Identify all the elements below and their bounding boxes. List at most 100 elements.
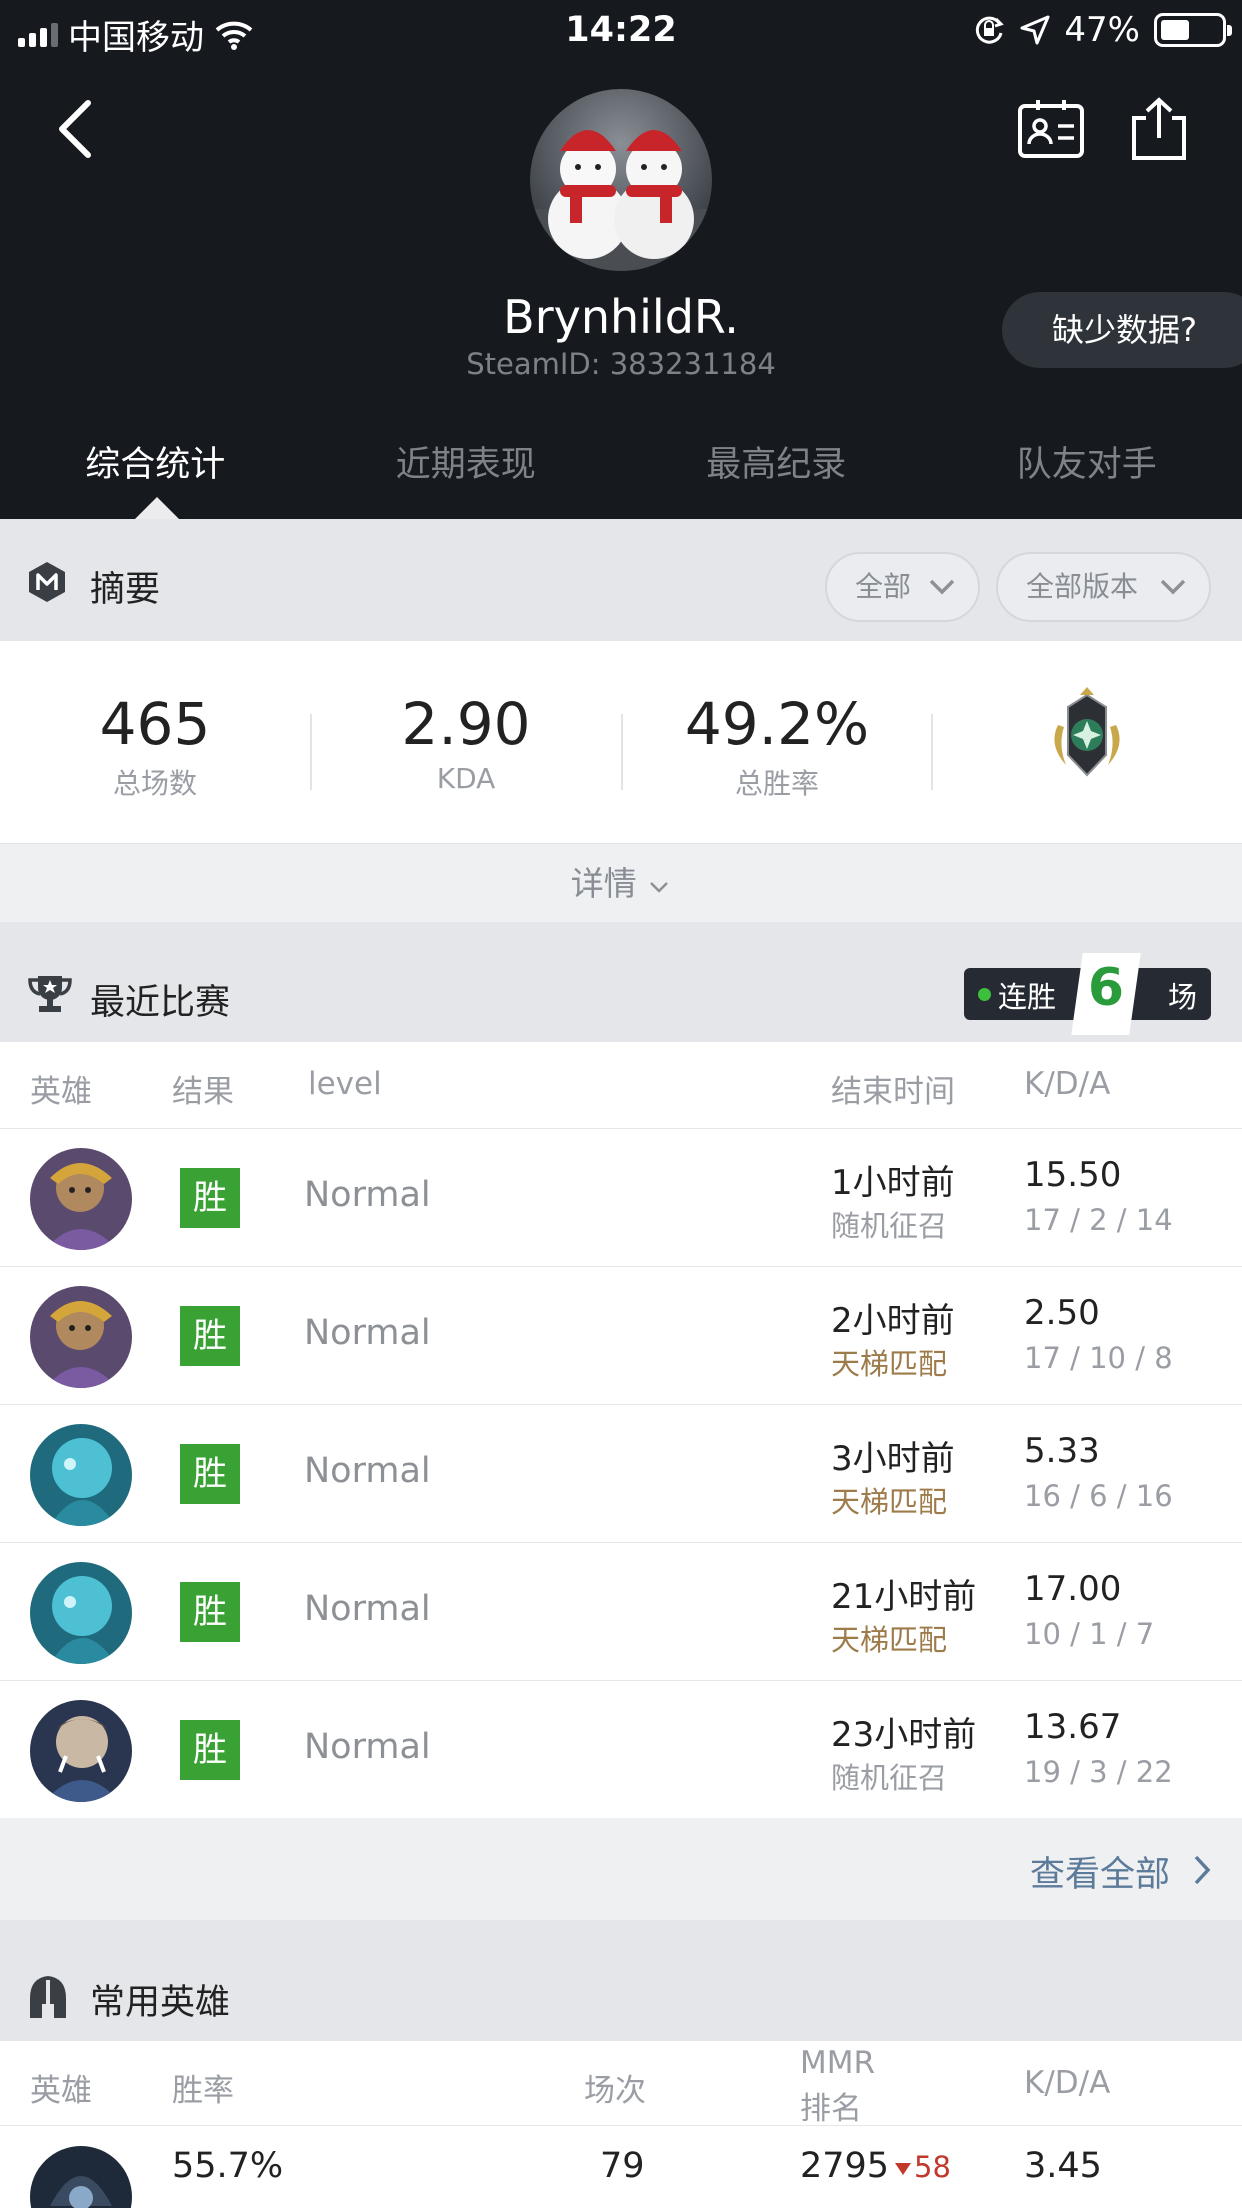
- chevron-right-icon: [1194, 1855, 1211, 1885]
- recent-matches-title: 最近比赛: [90, 983, 231, 1023]
- profile-header: 中国移动 14:22 47% BrynhildR. SteamID: 38323…: [0, 0, 1242, 519]
- col-kda: K/D/A: [1024, 2065, 1111, 2101]
- chevron-down-icon: [650, 882, 669, 893]
- result-badge: 胜: [180, 1444, 240, 1504]
- match-end-time: 1小时前: [831, 1163, 955, 1203]
- match-kda-detail: 17 / 2 / 14: [1024, 1203, 1173, 1237]
- trophy-icon: [28, 976, 72, 1012]
- tab-recent-performance[interactable]: 近期表现: [311, 430, 622, 519]
- monkey-king-hero-icon: [30, 1148, 132, 1250]
- match-level: Normal: [304, 1175, 431, 1215]
- common-heroes-title: 常用英雄: [90, 1983, 231, 2023]
- filter-version-dropdown[interactable]: 全部版本: [996, 552, 1211, 622]
- match-row[interactable]: 胜 Normal 23小时前 随机征召 13.67 19 / 3 / 22: [0, 1681, 1242, 1819]
- stat-label: KDA: [436, 762, 496, 795]
- common-heroes-header: 常用英雄: [0, 1920, 1242, 2041]
- down-arrow-icon: [895, 2163, 911, 2175]
- stat-win-rate: 49.2% 总胜率: [622, 690, 932, 802]
- tab-bar: 综合统计 近期表现 最高纪录 队友对手: [0, 430, 1242, 519]
- share-button[interactable]: [1124, 96, 1194, 162]
- col-end-time: 结束时间: [831, 1074, 955, 1110]
- match-kda-detail: 16 / 6 / 16: [1024, 1479, 1173, 1513]
- matches-table-header: 英雄 结果 level 结束时间 K/D/A: [0, 1042, 1242, 1129]
- summary-title: 摘要: [90, 570, 161, 610]
- tab-records[interactable]: 最高纪录: [621, 430, 932, 519]
- match-mode: 天梯匹配: [831, 1623, 948, 1657]
- win-streak-badge: 连胜 6 场: [964, 953, 1211, 1035]
- match-end-time: 21小时前: [831, 1577, 977, 1617]
- location-icon: [1020, 15, 1050, 45]
- details-label: 详情: [570, 864, 637, 903]
- match-row[interactable]: 胜 Normal 21小时前 天梯匹配 17.00 10 / 1 / 7: [0, 1543, 1242, 1681]
- col-kda: K/D/A: [1024, 1066, 1111, 1102]
- col-winrate: 胜率: [172, 2073, 234, 2109]
- match-kda: 17.00: [1024, 1569, 1122, 1609]
- player-avatar: [530, 89, 712, 271]
- status-dot-icon: [978, 988, 991, 1001]
- snowman-avatar-image: [530, 130, 712, 271]
- stat-value: 49.2%: [684, 690, 870, 758]
- tusk-hero-icon: [30, 1700, 132, 1802]
- stat-label: 总场数: [112, 767, 197, 800]
- match-row[interactable]: 胜 Normal 2小时前 天梯匹配 2.50 17 / 10 / 8: [0, 1267, 1242, 1405]
- match-kda: 15.50: [1024, 1155, 1122, 1195]
- result-badge: 胜: [180, 1720, 240, 1780]
- hero-mmr: 2795: [800, 2146, 890, 2186]
- streak-count: 6: [1087, 958, 1125, 1018]
- col-rank: 排名: [800, 2091, 862, 2127]
- divider: [931, 714, 933, 790]
- match-level: Normal: [304, 1313, 431, 1353]
- details-toggle[interactable]: 详情: [0, 843, 1242, 922]
- active-tab-indicator: [135, 497, 179, 519]
- chevron-down-icon: [929, 579, 955, 595]
- battery-icon: [1154, 13, 1232, 47]
- monkey-king-hero-icon: [30, 1286, 132, 1388]
- chevron-down-icon: [1160, 579, 1186, 595]
- streak-suffix: 场: [1168, 980, 1198, 1014]
- summary-m-icon: [29, 562, 65, 602]
- stat-kda: 2.90 KDA: [311, 690, 621, 795]
- stat-value: 2.90: [401, 690, 531, 758]
- back-button[interactable]: [50, 95, 110, 165]
- match-level: Normal: [304, 1451, 431, 1491]
- match-kda-detail: 19 / 3 / 22: [1024, 1755, 1173, 1789]
- match-kda: 5.33: [1024, 1431, 1100, 1471]
- streak-prefix: 连胜: [998, 980, 1057, 1014]
- hero-row[interactable]: 55.7% 79 2795 58 3.45: [0, 2126, 1242, 2208]
- stat-value: 465: [99, 690, 211, 758]
- phantom-assassin-hero-icon: [30, 2146, 132, 2208]
- match-kda: 13.67: [1024, 1707, 1122, 1747]
- match-level: Normal: [304, 1727, 431, 1767]
- match-row[interactable]: 胜 Normal 3小时前 天梯匹配 5.33 16 / 6 / 16: [0, 1405, 1242, 1543]
- result-badge: 胜: [180, 1306, 240, 1366]
- tab-teammates-opponents[interactable]: 队友对手: [932, 430, 1242, 519]
- missing-data-button[interactable]: 缺少数据?: [1002, 292, 1242, 368]
- heroes-table-header: 英雄 胜率 场次 MMR 排名 K/D/A: [0, 2041, 1242, 2127]
- col-matches: 场次: [584, 2073, 646, 2109]
- match-kda: 2.50: [1024, 1293, 1100, 1333]
- match-level: Normal: [304, 1589, 431, 1629]
- morphling-hero-icon: [30, 1562, 132, 1664]
- match-mode: 天梯匹配: [831, 1485, 948, 1519]
- profile-card-button[interactable]: [1016, 96, 1086, 162]
- battery-percent: 47%: [1064, 10, 1140, 50]
- view-all-link[interactable]: 查看全部: [0, 1818, 1242, 1920]
- hero-winrate: 55.7%: [172, 2146, 284, 2186]
- view-all-label: 查看全部: [1029, 1855, 1170, 1895]
- col-hero: 英雄: [30, 1074, 92, 1110]
- filter-all-label: 全部: [855, 570, 912, 603]
- match-row[interactable]: 胜 Normal 1小时前 随机征召 15.50 17 / 2 / 14: [0, 1129, 1242, 1267]
- rotation-lock-icon: [976, 16, 1005, 44]
- helmet-icon: [30, 1976, 66, 2018]
- filter-all-dropdown[interactable]: 全部: [825, 552, 980, 622]
- status-bar: 中国移动 14:22 47%: [0, 0, 1242, 62]
- col-level: level: [308, 1066, 382, 1102]
- match-kda-detail: 17 / 10 / 8: [1024, 1341, 1173, 1375]
- hero-mmr-change: 58: [914, 2150, 951, 2184]
- rank-medal-icon[interactable]: [1044, 685, 1130, 785]
- match-mode: 天梯匹配: [831, 1347, 948, 1381]
- filter-version-label: 全部版本: [1026, 570, 1139, 603]
- col-hero: 英雄: [30, 2073, 92, 2109]
- match-end-time: 3小时前: [831, 1439, 955, 1479]
- stat-label: 总胜率: [734, 767, 819, 800]
